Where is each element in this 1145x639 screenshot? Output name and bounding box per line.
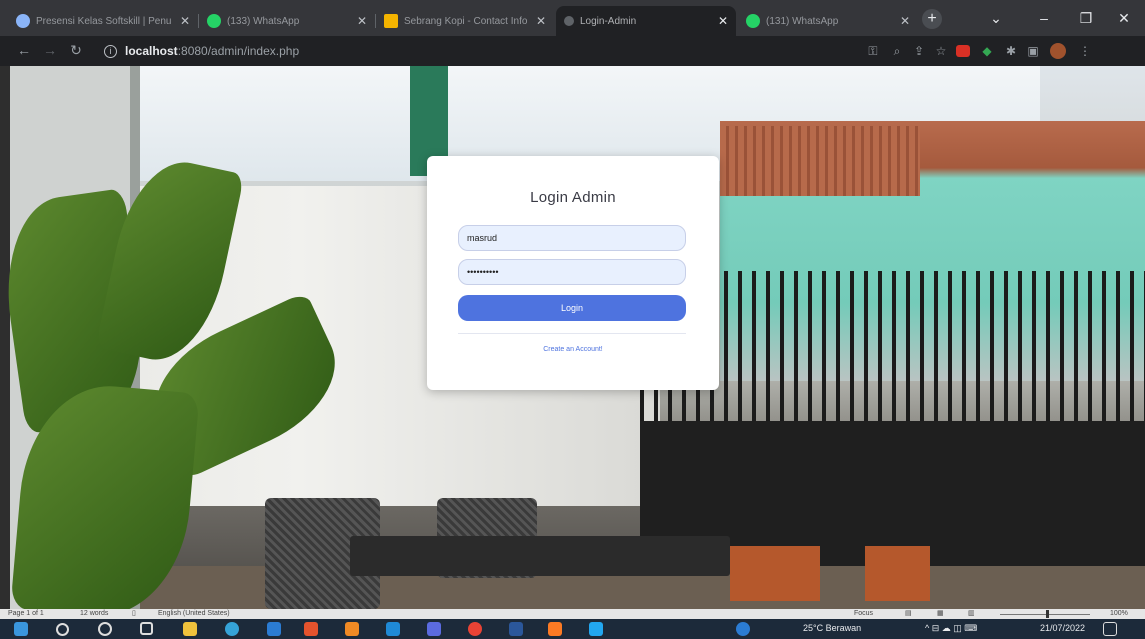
tray-icons[interactable]: ^ ⊟ ☁ ◫ ⌨ xyxy=(925,623,977,634)
vscode-icon-1[interactable] xyxy=(386,622,400,636)
close-icon[interactable]: ✕ xyxy=(357,14,367,28)
login-card: Login Admin Login Create an Account! xyxy=(427,156,719,390)
close-window-button[interactable]: ✕ xyxy=(1114,10,1134,27)
background-photo-roof xyxy=(720,126,920,196)
extension-icon[interactable]: ◆ xyxy=(980,44,994,58)
notification-icon[interactable] xyxy=(1103,622,1117,636)
system-date[interactable]: 21/07/2022 xyxy=(1040,623,1085,633)
share-icon[interactable]: ⇪ xyxy=(912,44,926,58)
maximize-button[interactable]: ❐ xyxy=(1076,10,1096,27)
page-count: Page 1 of 1 xyxy=(8,610,44,617)
chrome-icon[interactable] xyxy=(468,622,482,636)
windows-taskbar: 25°C Berawan ^ ⊟ ☁ ◫ ⌨ 21/07/2022 xyxy=(0,619,1145,639)
zoom-icon[interactable]: ⌕ xyxy=(890,44,904,58)
forward-icon[interactable]: → xyxy=(42,42,58,58)
divider xyxy=(458,333,686,334)
search-icon[interactable] xyxy=(56,623,69,636)
tab-title: Login-Admin xyxy=(580,15,637,27)
tab-title: (131) WhatsApp xyxy=(766,15,839,27)
close-icon[interactable]: ✕ xyxy=(900,14,910,28)
url-path: :8080/admin/index.php xyxy=(177,44,300,58)
vscode-icon-2[interactable] xyxy=(589,622,603,636)
tab-search-icon[interactable]: ⌄ xyxy=(986,10,1006,27)
address-bar[interactable]: i localhost :8080/admin/index.php xyxy=(92,40,852,62)
bookmark-star-icon[interactable]: ☆ xyxy=(934,44,948,58)
zoom-slider-thumb[interactable] xyxy=(1046,610,1049,618)
background-photo-table xyxy=(350,536,730,576)
login-title: Login Admin xyxy=(530,189,616,206)
zoom-level[interactable]: 100% xyxy=(1110,609,1128,619)
close-icon[interactable]: ✕ xyxy=(718,14,728,28)
page-viewport: Login Admin Login Create an Account! xyxy=(0,66,1145,609)
tab-login-admin[interactable]: Login-Admin ✕ xyxy=(556,6,736,36)
word-icon[interactable] xyxy=(509,622,523,636)
file-explorer-icon[interactable] xyxy=(183,622,197,636)
puzzle-icon[interactable]: ✱ xyxy=(1004,44,1018,58)
globe-icon xyxy=(564,16,574,26)
close-icon[interactable]: ✕ xyxy=(180,14,190,28)
minimize-button[interactable]: – xyxy=(1034,10,1054,26)
tab-presensi[interactable]: Presensi Kelas Softskill | Penu ✕ xyxy=(8,6,198,36)
url-host: localhost xyxy=(125,44,178,58)
read-mode-icon[interactable]: ▤ xyxy=(905,609,912,619)
site-icon xyxy=(16,14,30,28)
login-button[interactable]: Login xyxy=(458,295,686,321)
proofing-icon[interactable]: ▯ xyxy=(132,609,136,619)
whatsapp-icon xyxy=(207,14,221,28)
edge-icon[interactable] xyxy=(225,622,239,636)
mail-icon[interactable] xyxy=(267,622,281,636)
app-icon[interactable] xyxy=(427,622,441,636)
word-count: 12 words xyxy=(80,610,109,617)
web-layout-icon[interactable]: ▥ xyxy=(968,609,975,619)
menu-icon[interactable]: ⋮ xyxy=(1078,44,1092,58)
whatsapp-icon xyxy=(746,14,760,28)
tab-strip: Presensi Kelas Softskill | Penu ✕ (133) … xyxy=(0,0,1145,36)
key-icon[interactable]: ⚿ xyxy=(866,44,880,58)
cortana-icon[interactable] xyxy=(98,622,112,636)
tab-title: Presensi Kelas Softskill | Penu xyxy=(36,15,172,27)
username-input[interactable] xyxy=(458,225,686,251)
task-view-icon[interactable] xyxy=(140,622,153,635)
tab-whatsapp-131[interactable]: (131) WhatsApp ✕ xyxy=(738,6,918,36)
print-layout-icon[interactable]: ▦ xyxy=(937,609,944,619)
tab-whatsapp-133[interactable]: (133) WhatsApp ✕ xyxy=(199,6,375,36)
background-photo-stool xyxy=(730,546,820,601)
word-status-bar: Page 1 of 1 12 words ▯ English (United S… xyxy=(0,609,1145,619)
info-icon[interactable]: i xyxy=(104,44,117,58)
zoom-slider[interactable] xyxy=(1000,614,1090,615)
office-icon[interactable] xyxy=(304,622,318,636)
reload-icon[interactable]: ↻ xyxy=(68,42,84,59)
weather-status[interactable]: 25°C Berawan xyxy=(803,623,861,633)
start-icon[interactable] xyxy=(14,622,28,636)
new-tab-button[interactable]: + xyxy=(922,9,942,29)
background-photo-stool xyxy=(865,546,930,601)
site-icon xyxy=(384,14,398,28)
browser-toolbar: ← → ↻ i localhost :8080/admin/index.php … xyxy=(0,36,1145,66)
focus-mode[interactable]: Focus xyxy=(854,609,873,619)
adblock-icon[interactable] xyxy=(956,45,970,57)
sidepanel-icon[interactable]: ▣ xyxy=(1026,44,1040,58)
tab-sebrang-kopi[interactable]: Sebrang Kopi - Contact Info ✕ xyxy=(376,6,554,36)
xampp-icon[interactable] xyxy=(548,622,562,636)
close-icon[interactable]: ✕ xyxy=(536,14,546,28)
back-icon[interactable]: ← xyxy=(16,42,32,58)
sublime-icon[interactable] xyxy=(345,622,359,636)
profile-avatar[interactable] xyxy=(1050,43,1066,59)
language-status[interactable]: English (United States) xyxy=(158,609,230,619)
tab-title: (133) WhatsApp xyxy=(227,15,300,27)
tab-title: Sebrang Kopi - Contact Info xyxy=(404,15,528,27)
create-account-link[interactable]: Create an Account! xyxy=(427,346,719,353)
password-input[interactable] xyxy=(458,259,686,285)
help-icon[interactable] xyxy=(736,622,750,636)
